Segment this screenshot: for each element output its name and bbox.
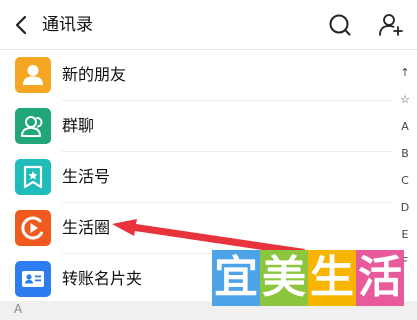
group-chat-icon: [15, 108, 51, 144]
nav-header: 通讯录: [0, 0, 417, 50]
add-user-icon[interactable]: [378, 12, 404, 38]
watermark-char: 活: [356, 250, 404, 306]
person-icon: [15, 57, 51, 93]
list-item-group-chats[interactable]: 群聊: [0, 101, 417, 151]
list-item-label: 群聊: [62, 116, 95, 135]
section-letter: A: [14, 302, 23, 316]
business-card-icon: [15, 261, 51, 297]
chevron-left-icon[interactable]: [12, 13, 32, 37]
index-b[interactable]: B: [393, 147, 417, 160]
list-item-life-circle[interactable]: 生活圈: [0, 203, 417, 253]
list-item-label: 新的朋友: [62, 65, 127, 84]
index-d[interactable]: D: [393, 201, 417, 214]
search-icon[interactable]: [327, 12, 353, 38]
page-title: 通讯录: [42, 15, 93, 35]
index-e[interactable]: E: [393, 228, 417, 241]
list-item-life-account[interactable]: 生活号: [0, 152, 417, 202]
watermark-logo: 宜 美 生 活: [210, 250, 410, 310]
watermark-char: 生: [308, 250, 356, 306]
index-a[interactable]: A: [393, 120, 417, 133]
watermark-char: 宜: [212, 250, 260, 306]
index-top[interactable]: ↑: [393, 66, 417, 79]
list-item-label: 生活圈: [62, 218, 111, 237]
life-circle-icon: [15, 210, 51, 246]
bookmark-star-icon: [15, 159, 51, 195]
watermark-char: 美: [260, 250, 308, 306]
index-star[interactable]: ☆: [393, 93, 417, 106]
list-item-label: 生活号: [62, 167, 111, 186]
index-c[interactable]: C: [393, 174, 417, 187]
list-item-label: 转账名片夹: [62, 269, 143, 288]
list-item-new-friends[interactable]: 新的朋友: [0, 50, 417, 100]
